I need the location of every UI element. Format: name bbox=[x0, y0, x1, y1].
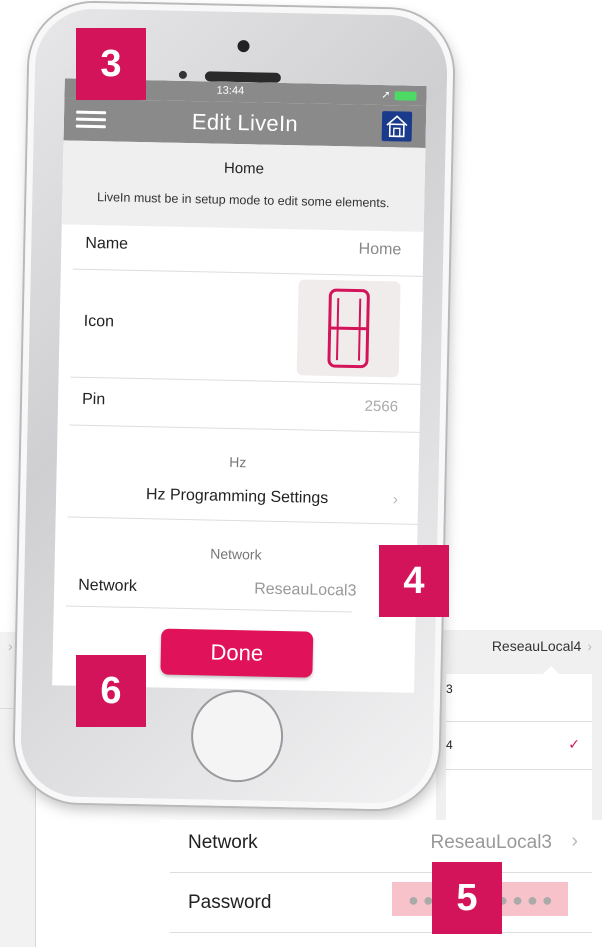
background-network-panel: ReseauLocal4 › 3 4 ✓ bbox=[436, 630, 602, 820]
battery-icon: ➚ bbox=[381, 88, 417, 102]
home-button[interactable] bbox=[190, 689, 285, 784]
network-section-header: Network bbox=[210, 545, 262, 563]
name-field[interactable]: Home bbox=[358, 241, 401, 260]
pin-field[interactable]: 2566 bbox=[364, 398, 398, 416]
home-icon[interactable] bbox=[381, 111, 413, 142]
chevron-right-icon: › bbox=[8, 638, 13, 654]
divider bbox=[65, 605, 352, 613]
hz-programming-settings-link[interactable]: Hz Programming Settings bbox=[56, 484, 418, 510]
door-icon bbox=[327, 288, 370, 369]
divider bbox=[67, 516, 418, 525]
popover-row[interactable]: 3 bbox=[446, 674, 592, 722]
info-message: LiveIn must be in setup mode to edit som… bbox=[96, 190, 390, 211]
phone-screen: ues 13:44 ➚ Edit LiveIn Home LiveIn must… bbox=[52, 78, 427, 693]
chevron-right-icon: › bbox=[587, 638, 592, 654]
popover-row-label: 4 bbox=[446, 738, 453, 752]
info-title: Home bbox=[223, 159, 265, 178]
divider bbox=[70, 376, 421, 385]
step-badge-3: 3 bbox=[76, 28, 146, 100]
hz-section-header: Hz bbox=[229, 453, 247, 471]
popover-row-selected[interactable]: 4 ✓ bbox=[446, 722, 592, 770]
password-label: Password bbox=[188, 892, 272, 913]
checkmark-icon: ✓ bbox=[568, 736, 580, 752]
network-selector-value: ReseauLocal4 bbox=[491, 638, 582, 654]
page-title: Edit LiveIn bbox=[191, 109, 299, 137]
step-badge-5: 5 bbox=[432, 862, 502, 934]
done-button[interactable]: Done bbox=[160, 628, 314, 678]
name-label: Name bbox=[85, 234, 129, 253]
icon-picker[interactable] bbox=[296, 279, 401, 378]
network-popover: 3 4 ✓ bbox=[446, 666, 592, 820]
step-badge-4: 4 bbox=[379, 545, 449, 617]
network-field[interactable]: ReseauLocal3 bbox=[254, 580, 357, 600]
info-banner: Home LiveIn must be in setup mode to edi… bbox=[61, 140, 426, 232]
divider bbox=[170, 872, 592, 873]
divider bbox=[69, 424, 420, 433]
network-field[interactable]: ReseauLocal3 bbox=[431, 832, 552, 854]
icon-label: Icon bbox=[83, 312, 115, 331]
status-time: 13:44 bbox=[216, 84, 245, 98]
divider bbox=[170, 932, 592, 933]
front-camera bbox=[237, 39, 250, 53]
pin-label: Pin bbox=[81, 390, 106, 409]
network-label: Network bbox=[78, 576, 138, 596]
network-label: Network bbox=[188, 832, 258, 853]
popover-row-label: 3 bbox=[446, 682, 453, 696]
chevron-right-icon: › bbox=[571, 830, 578, 852]
network-detail-card: Network ReseauLocal3 › Password ●●●●●●●●… bbox=[160, 820, 602, 947]
chevron-right-icon: › bbox=[392, 491, 399, 509]
divider bbox=[72, 268, 423, 277]
front-sensor bbox=[178, 70, 188, 79]
network-selector[interactable]: ReseauLocal4 › bbox=[492, 638, 592, 654]
step-badge-6: 6 bbox=[76, 655, 146, 727]
